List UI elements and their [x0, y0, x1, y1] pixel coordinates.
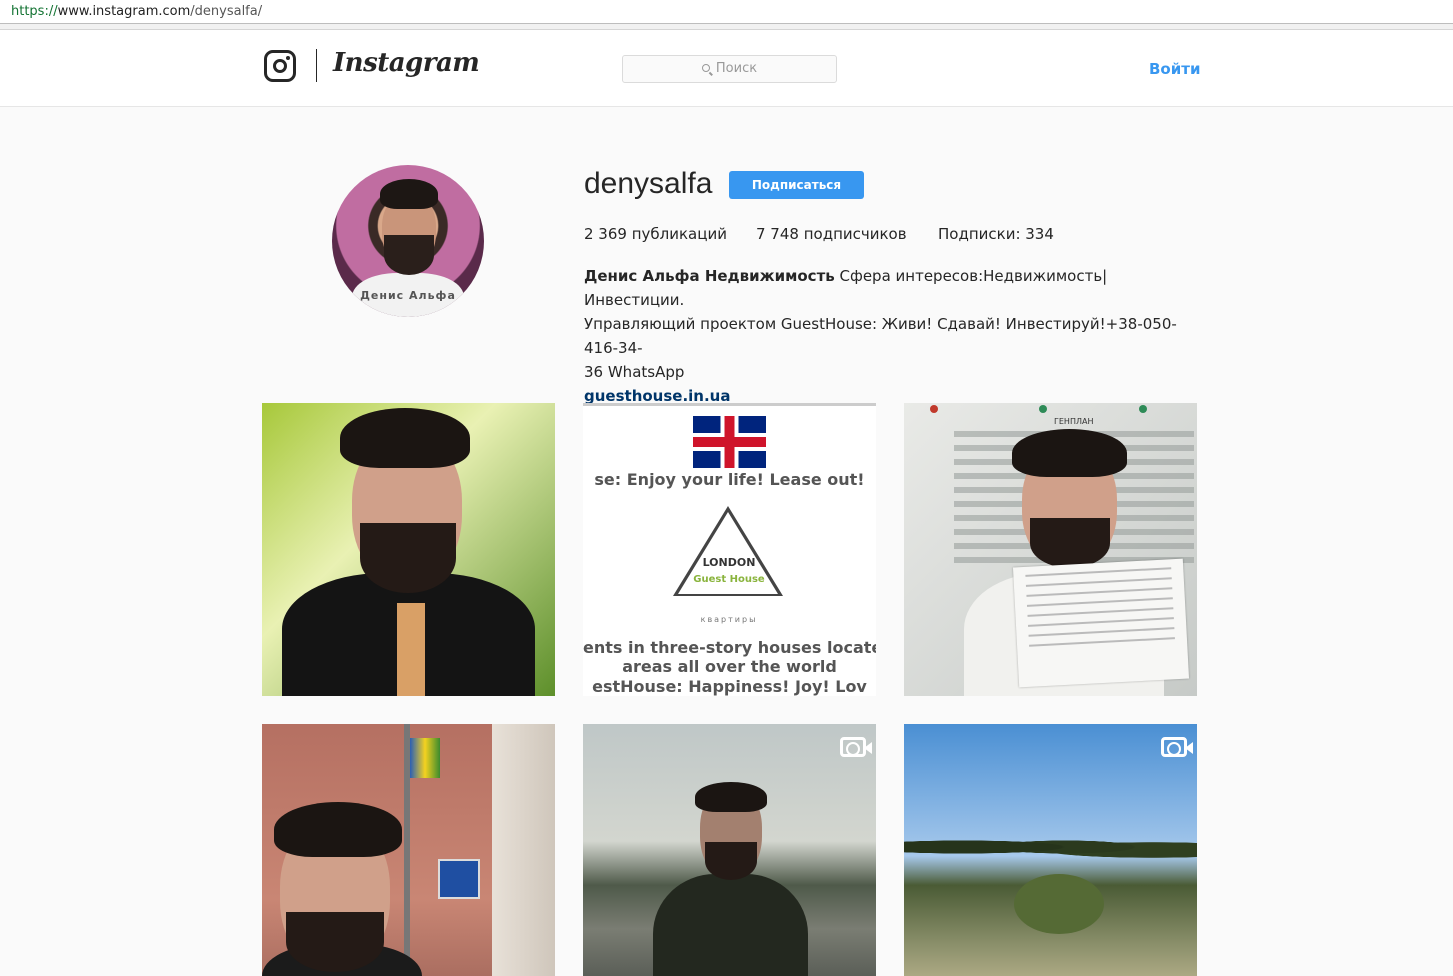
- instagram-camera-icon[interactable]: [264, 50, 296, 82]
- post-text: areas all over the world: [622, 657, 837, 676]
- document-image: [1012, 558, 1190, 688]
- post-tile[interactable]: [262, 403, 555, 696]
- sign-plaque: [438, 859, 480, 899]
- post-text: se: Enjoy your life! Lease out!: [594, 470, 865, 489]
- followers-count[interactable]: 7 748 подписчиков: [756, 225, 907, 243]
- post-text: ents in three-story houses located: [583, 638, 876, 657]
- browser-address-bar[interactable]: https://www.instagram.com/denysalfa/: [0, 0, 1453, 24]
- search-placeholder: Поиск: [715, 61, 758, 76]
- bio-line-3: 36 WhatsApp: [584, 363, 685, 381]
- post-tile[interactable]: ГЕНПЛАН: [904, 403, 1197, 696]
- video-camera-icon: [840, 737, 872, 757]
- post-tile[interactable]: [583, 724, 876, 976]
- trees-image: [904, 832, 1197, 862]
- logo-text: LONDON: [702, 556, 756, 569]
- instagram-wordmark[interactable]: Instagram: [333, 48, 480, 78]
- logo-subtext: Guest House: [693, 574, 765, 585]
- url-path: /denysalfa/: [190, 4, 263, 19]
- post-text: estHouse: Happiness! Joy! Lov: [592, 677, 867, 696]
- post-tile[interactable]: [904, 724, 1197, 976]
- post-tile[interactable]: [262, 724, 555, 976]
- plan-label: ГЕНПЛАН: [1054, 417, 1094, 426]
- uk-flag-image: [693, 416, 766, 468]
- post-tile[interactable]: se: Enjoy your life! Lease out! LONDON G…: [583, 403, 876, 696]
- profile-full-name: Денис Альфа Недвижимость: [584, 267, 835, 285]
- avatar-caption: Денис Альфа: [360, 289, 456, 302]
- search-input[interactable]: Поиск: [622, 55, 837, 83]
- follow-button[interactable]: Подписаться: [729, 171, 864, 199]
- logo-caption: квартиры: [700, 615, 758, 624]
- posts-count: 2 369 публикаций: [584, 225, 727, 243]
- profile-bio: Денис Альфа Недвижимость Сфера интересов…: [584, 264, 1204, 408]
- avatar: Денис Альфа: [332, 165, 484, 317]
- bio-line-2: Управляющий проектом GuestHouse: Живи! С…: [584, 315, 1177, 357]
- url-scheme: https://: [11, 4, 58, 19]
- flag-image: [410, 738, 440, 778]
- login-link[interactable]: Войти: [1149, 60, 1200, 78]
- video-camera-icon: [1161, 737, 1193, 757]
- url-host: www.instagram.com: [57, 4, 191, 19]
- logo-divider: [316, 49, 317, 82]
- search-icon: [701, 64, 710, 72]
- top-navigation: Instagram Поиск Войти: [0, 30, 1453, 107]
- following-count[interactable]: Подписки: 334: [938, 225, 1054, 243]
- posts-grid: se: Enjoy your life! Lease out! LONDON G…: [262, 403, 1197, 976]
- profile-username: denysalfa: [584, 167, 713, 200]
